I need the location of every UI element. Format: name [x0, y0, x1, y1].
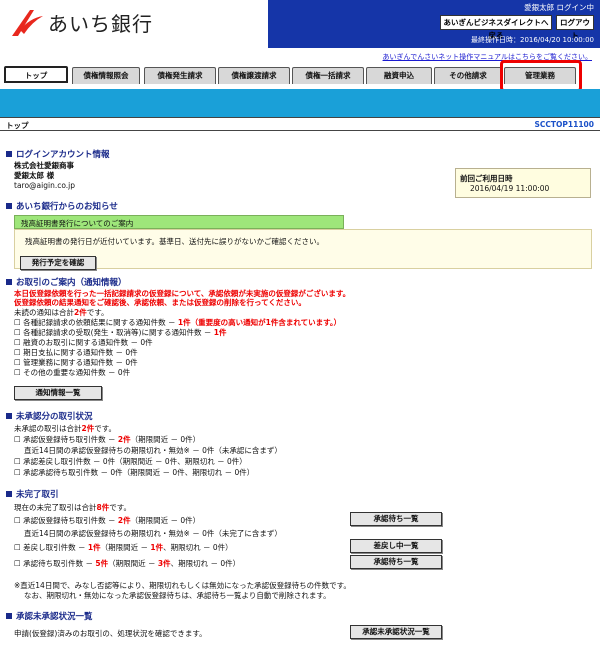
incomplete-returned: 差戻し取引件数 － 1件（期限間近 － 1件、期限切れ － 0件） [14, 542, 233, 553]
last-login-label: 前回ご利用日時 [460, 174, 513, 183]
tab-other-requests[interactable]: その他請求 [434, 67, 502, 84]
notice-title: あいち銀行からのお知らせ [6, 200, 118, 212]
tab-claim-bulk[interactable]: 債権一括請求 [292, 67, 364, 84]
tab-claim-transfer[interactable]: 債権譲渡請求 [218, 67, 290, 84]
notice-header-text: 残高証明書発行についてのご案内 [21, 219, 134, 228]
user-display-name: 愛銀太郎 様 [14, 171, 55, 180]
screen-id: SCCTOP11100 [534, 120, 595, 129]
user-panel: 愛銀太郎 ログイン中 あいぎんビジネスダイレクトへ戻る ログアウト 最終操作日時… [268, 0, 600, 48]
tab-loan-application[interactable]: 融資申込 [366, 67, 432, 84]
logout-button[interactable]: ログアウト [556, 15, 594, 40]
last-login-value: 2016/04/19 11:00:00 [470, 184, 550, 193]
user-email: taro@aigin.co.jp [14, 181, 76, 190]
unapproved-total: 未承認の取引は合計2件です。 [14, 424, 116, 433]
approval-status-desc: 申請(仮登録)済みのお取引の、処理状況を確認できます。 [14, 629, 207, 638]
footnote-2: なお、期限切れ・無効になった承認仮登録待ちは、承認待ち一覧より自動で削除されます… [24, 591, 331, 600]
business-direct-button[interactable]: あいぎんビジネスダイレクトへ戻る [440, 15, 552, 40]
tab-top[interactable]: トップ [4, 66, 68, 83]
page-title: トップ [6, 121, 29, 130]
unapproved-awaiting: 承認承認待ち取引件数 － 0件（期限間近 － 0件、期限切れ － 0件） [14, 467, 254, 478]
last-operation-time: 最終操作日時：2016/04/20 10:00:00 [470, 36, 594, 44]
incomplete-title: 未完了取引 [6, 488, 59, 500]
breadcrumb: トップ SCCTOP11100 [0, 117, 600, 131]
notice-body: 残高証明書の発行日が近付いています。基準日、送付先に誤りがないかご確認ください。 [14, 229, 592, 269]
unapproved-title: 未承認分の取引状況 [6, 410, 93, 422]
tab-claim-issue[interactable]: 債権発生請求 [144, 67, 216, 84]
notice-header: 残高証明書発行についてのご案内 [14, 215, 344, 229]
unapproved-expired: 直近14日間の承認仮登録待ちの期限切れ・無効※ － 0件（未承認に含まず） [24, 446, 282, 455]
transactions-title: お取引のご案内（通知情報） [6, 276, 127, 288]
unapproved-provisional: 承認仮登録待ち取引件数 － 2件（期限間近 － 0件） [14, 434, 200, 445]
unapproved-returned: 承認差戻し取引件数 － 0件（期限間近 － 0件、期限切れ － 0件） [14, 456, 247, 467]
last-login-box: 前回ご利用日時 2016/04/19 11:00:00 [455, 168, 591, 198]
bank-name: あいち銀行 [48, 12, 153, 36]
menu-band [0, 89, 600, 117]
awaiting-list-button[interactable]: 承認待ち一覧 [350, 555, 442, 569]
bank-logo-icon [12, 10, 43, 36]
notice-count-other: その他の重要な通知件数 － 0件 [14, 367, 130, 378]
check-schedule-button[interactable]: 発行予定を確認 [20, 256, 96, 270]
user-name: 愛銀太郎 ログイン中 [524, 3, 594, 12]
tab-claim-inquiry[interactable]: 債権情報照会 [72, 67, 140, 84]
incomplete-awaiting: 承認待ち取引件数 － 5件（期限間近 － 3件、期限切れ － 0件） [14, 558, 240, 569]
notice-list-button[interactable]: 通知情報一覧 [14, 386, 102, 400]
approval-waiting-list-button[interactable]: 承認待ち一覧 [350, 512, 442, 526]
tab-highlight-box [500, 60, 582, 92]
approval-status-title: 承認未承認状況一覧 [6, 610, 93, 622]
approval-status-list-button[interactable]: 承認未承認状況一覧 [350, 625, 442, 639]
login-info-title: ログインアカウント情報 [6, 148, 110, 160]
incomplete-total: 現在の未完了取引は合計8件です。 [14, 503, 131, 512]
incomplete-provisional: 承認仮登録待ち取引件数 － 2件（期限間近 － 0件） [14, 515, 200, 526]
incomplete-expired: 直近14日間の承認仮登録待ちの期限切れ・無効※ － 0件（未完了に含まず） [24, 529, 282, 538]
notice-body-text: 残高証明書の発行日が近付いています。基準日、送付先に誤りがないかご確認ください。 [25, 237, 325, 246]
returned-list-button[interactable]: 差戻し中一覧 [350, 539, 442, 553]
